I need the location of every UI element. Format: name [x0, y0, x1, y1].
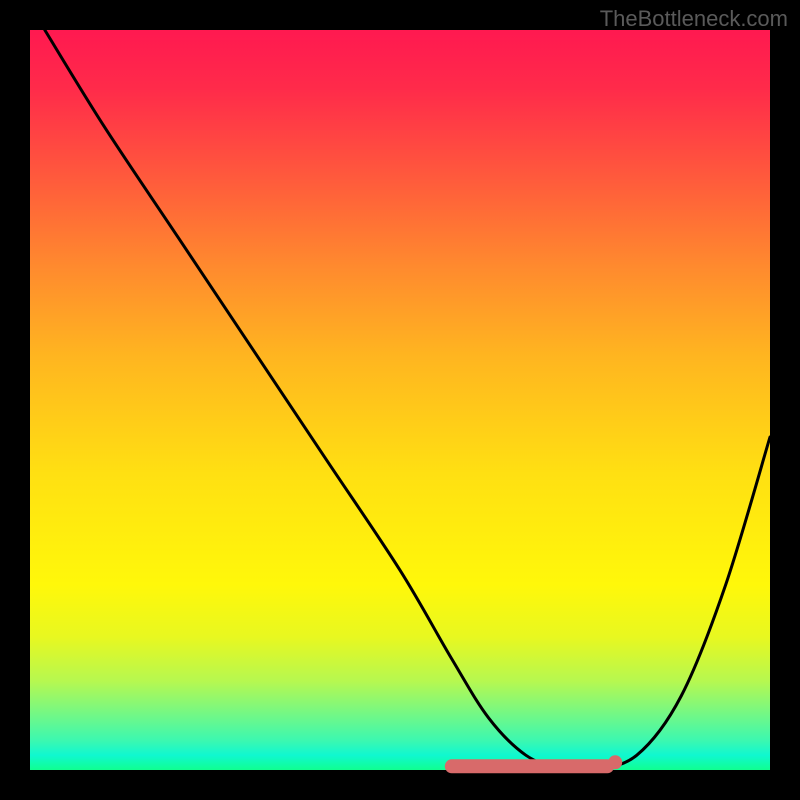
- watermark-text: TheBottleneck.com: [600, 6, 788, 32]
- bottleneck-curve-line: [45, 30, 770, 772]
- optimal-region-end-dot: [608, 755, 622, 769]
- bottleneck-chart: [30, 30, 770, 770]
